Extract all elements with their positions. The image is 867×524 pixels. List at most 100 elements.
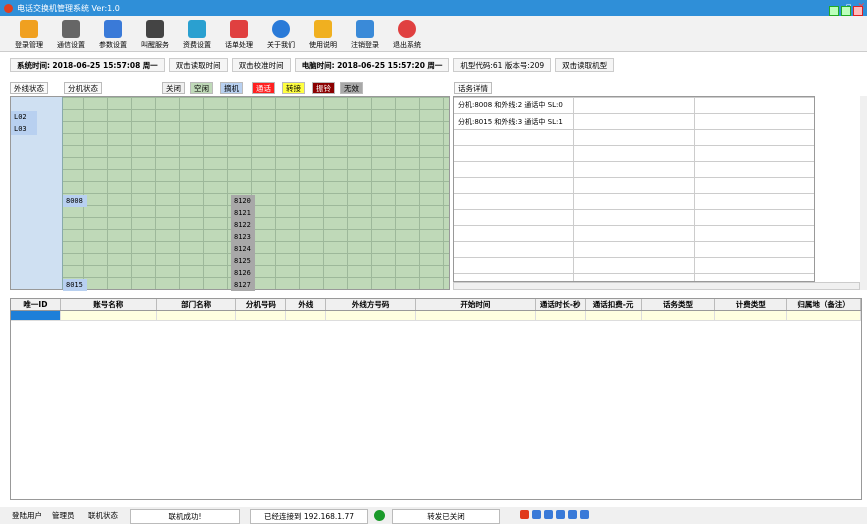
read-time-button[interactable]: 双击读取时间 — [168, 58, 228, 72]
fullscreen-icon[interactable] — [841, 6, 851, 16]
time-info-bar: 系统时间: 2018-06-25 15:57:08 周一 双击读取时间 双击校准… — [10, 58, 618, 72]
call-detail-row: 分机:8015 和外线:3 通话中 SL:1 — [458, 118, 563, 126]
call-detail-panel: 分机:8008 和外线:2 通话中 SL:0 分机:8015 和外线:3 通话中… — [453, 96, 815, 282]
toolbar-button[interactable]: 使用说明 — [302, 16, 344, 52]
logout-icon — [356, 20, 374, 38]
extension-cell[interactable]: 8126 — [231, 267, 255, 279]
vertical-scrollbar[interactable] — [860, 96, 867, 290]
horizontal-scrollbar[interactable] — [453, 282, 860, 290]
trunk-cell[interactable]: L03 — [11, 123, 37, 135]
connection-result: 联机成功! — [130, 509, 240, 524]
table-row[interactable] — [11, 311, 862, 321]
window-title: 电话交换机管理系统 Ver:1.0 — [17, 3, 120, 13]
toolbar-button[interactable]: 注销登录 — [344, 16, 386, 52]
column-header[interactable]: 唯一ID — [11, 299, 61, 310]
extension-cell[interactable]: 8121 — [231, 207, 255, 219]
column-header[interactable]: 通话扣费-元 — [586, 299, 642, 310]
system-time: 系统时间: 2018-06-25 15:57:08 周一 — [10, 58, 165, 72]
column-header[interactable]: 部门名称 — [157, 299, 237, 310]
extension-cell[interactable]: 8124 — [231, 243, 255, 255]
column-header[interactable]: 通话时长-秒 — [536, 299, 586, 310]
login-user-label: 登陆用户 — [12, 511, 42, 520]
toolbar-button[interactable]: 关于我们 — [260, 16, 302, 52]
connected-address: 已经连接到 192.168.1.77 — [250, 509, 368, 524]
exit-icon[interactable] — [853, 6, 863, 16]
window-tools — [829, 6, 863, 16]
legend-item: 转接 — [282, 82, 305, 94]
column-header[interactable]: 话务类型 — [642, 299, 716, 310]
connection-led-icon — [374, 510, 385, 521]
system-tray — [520, 510, 589, 519]
power-icon — [398, 20, 416, 38]
trunk-status-tab[interactable]: 外线状态 — [10, 82, 48, 94]
column-header[interactable]: 账号名称 — [61, 299, 157, 310]
toolbar-button[interactable]: 登录管理 — [8, 16, 50, 52]
table-cell[interactable] — [416, 311, 536, 320]
refresh-icon[interactable] — [829, 6, 839, 16]
table-cell[interactable] — [586, 311, 642, 320]
toolbar-button[interactable]: 话单处理 — [218, 16, 260, 52]
calibrate-time-button[interactable]: 双击校准时间 — [231, 58, 291, 72]
toolbar-label: 关于我们 — [267, 41, 295, 49]
toolbar-button[interactable]: 通信设置 — [50, 16, 92, 52]
extension-cell[interactable]: 8008 — [63, 195, 87, 207]
tray-icon[interactable] — [544, 510, 553, 519]
table-header: 唯一ID 账号名称 部门名称 分机号码 外线 外线方号码 开始时间 通话时长-秒 通话扣费-元话… — [11, 299, 862, 311]
table-cell[interactable] — [157, 311, 237, 320]
extension-cell[interactable]: 8122 — [231, 219, 255, 231]
status-bar: 登陆用户 管理员 联机状态 联机成功! 已经连接到 192.168.1.77 转… — [0, 507, 867, 524]
toolbar-button[interactable]: 退出系统 — [386, 16, 428, 52]
column-header[interactable]: 分机号码 — [236, 299, 287, 310]
legend-item: 摘机 — [220, 82, 243, 94]
column-header[interactable]: 外线 — [286, 299, 327, 310]
toolbar-label: 使用说明 — [309, 41, 337, 49]
column-header[interactable]: 开始时间 — [416, 299, 536, 310]
login-user-value: 管理员 — [52, 511, 75, 520]
extension-cell[interactable]: 8123 — [231, 231, 255, 243]
toolbar-label: 注销登录 — [351, 41, 379, 49]
table-cell[interactable] — [715, 311, 788, 320]
status-grid: L02 L03 8008 8015 8120 8121 8122 8123 8124 81… — [10, 96, 450, 291]
info-icon — [272, 20, 290, 38]
extension-cell[interactable]: 8125 — [231, 255, 255, 267]
cabinet-icon — [230, 20, 248, 38]
call-detail-tab[interactable]: 话务详情 — [454, 82, 492, 94]
read-model-button[interactable]: 双击读取机型 — [555, 58, 615, 72]
toolbar-label: 资费设置 — [183, 41, 211, 49]
legend-item: 通话 — [252, 82, 275, 94]
trunk-cell[interactable]: L02 — [11, 111, 37, 123]
extension-cell[interactable]: 8120 — [231, 195, 255, 207]
column-header[interactable]: 计费类型 — [715, 299, 788, 310]
toolbar-label: 通信设置 — [57, 41, 85, 49]
table-cell[interactable] — [11, 311, 61, 320]
toolbar-label: 退出系统 — [393, 41, 421, 49]
forward-status: 转发已关闭 — [392, 509, 500, 524]
tray-icon[interactable] — [532, 510, 541, 519]
column-header[interactable]: 外线方号码 — [326, 299, 417, 310]
table-cell[interactable] — [787, 311, 862, 320]
table-cell[interactable] — [61, 311, 157, 320]
extension-cell[interactable]: 8015 — [63, 279, 87, 291]
toolbar-button[interactable]: 叫醒服务 — [134, 16, 176, 52]
column-header[interactable]: 归属地（备注） — [787, 299, 862, 310]
connection-status-label: 联机状态 — [88, 511, 118, 520]
table-cell[interactable] — [642, 311, 716, 320]
toolbar-button[interactable]: 资费设置 — [176, 16, 218, 52]
tray-icon[interactable] — [556, 510, 565, 519]
table-cell[interactable] — [236, 311, 287, 320]
model-code: 机型代码:61 版本号:209 — [453, 58, 552, 72]
pc-time: 电脑时间: 2018-06-25 15:57:20 周一 — [294, 58, 450, 72]
app-icon — [4, 3, 13, 13]
toolbar-label: 登录管理 — [15, 41, 43, 49]
extension-cell[interactable]: 8127 — [231, 279, 255, 291]
tray-icon[interactable] — [580, 510, 589, 519]
toolbar-label: 话单处理 — [225, 41, 253, 49]
legend-item: 关闭 — [162, 82, 185, 94]
table-cell[interactable] — [286, 311, 327, 320]
tray-icon[interactable] — [568, 510, 577, 519]
toolbar-button[interactable]: 参数设置 — [92, 16, 134, 52]
table-cell[interactable] — [326, 311, 417, 320]
ime-icon[interactable] — [520, 510, 529, 519]
extension-status-tab[interactable]: 分机状态 — [64, 82, 102, 94]
table-cell[interactable] — [536, 311, 586, 320]
